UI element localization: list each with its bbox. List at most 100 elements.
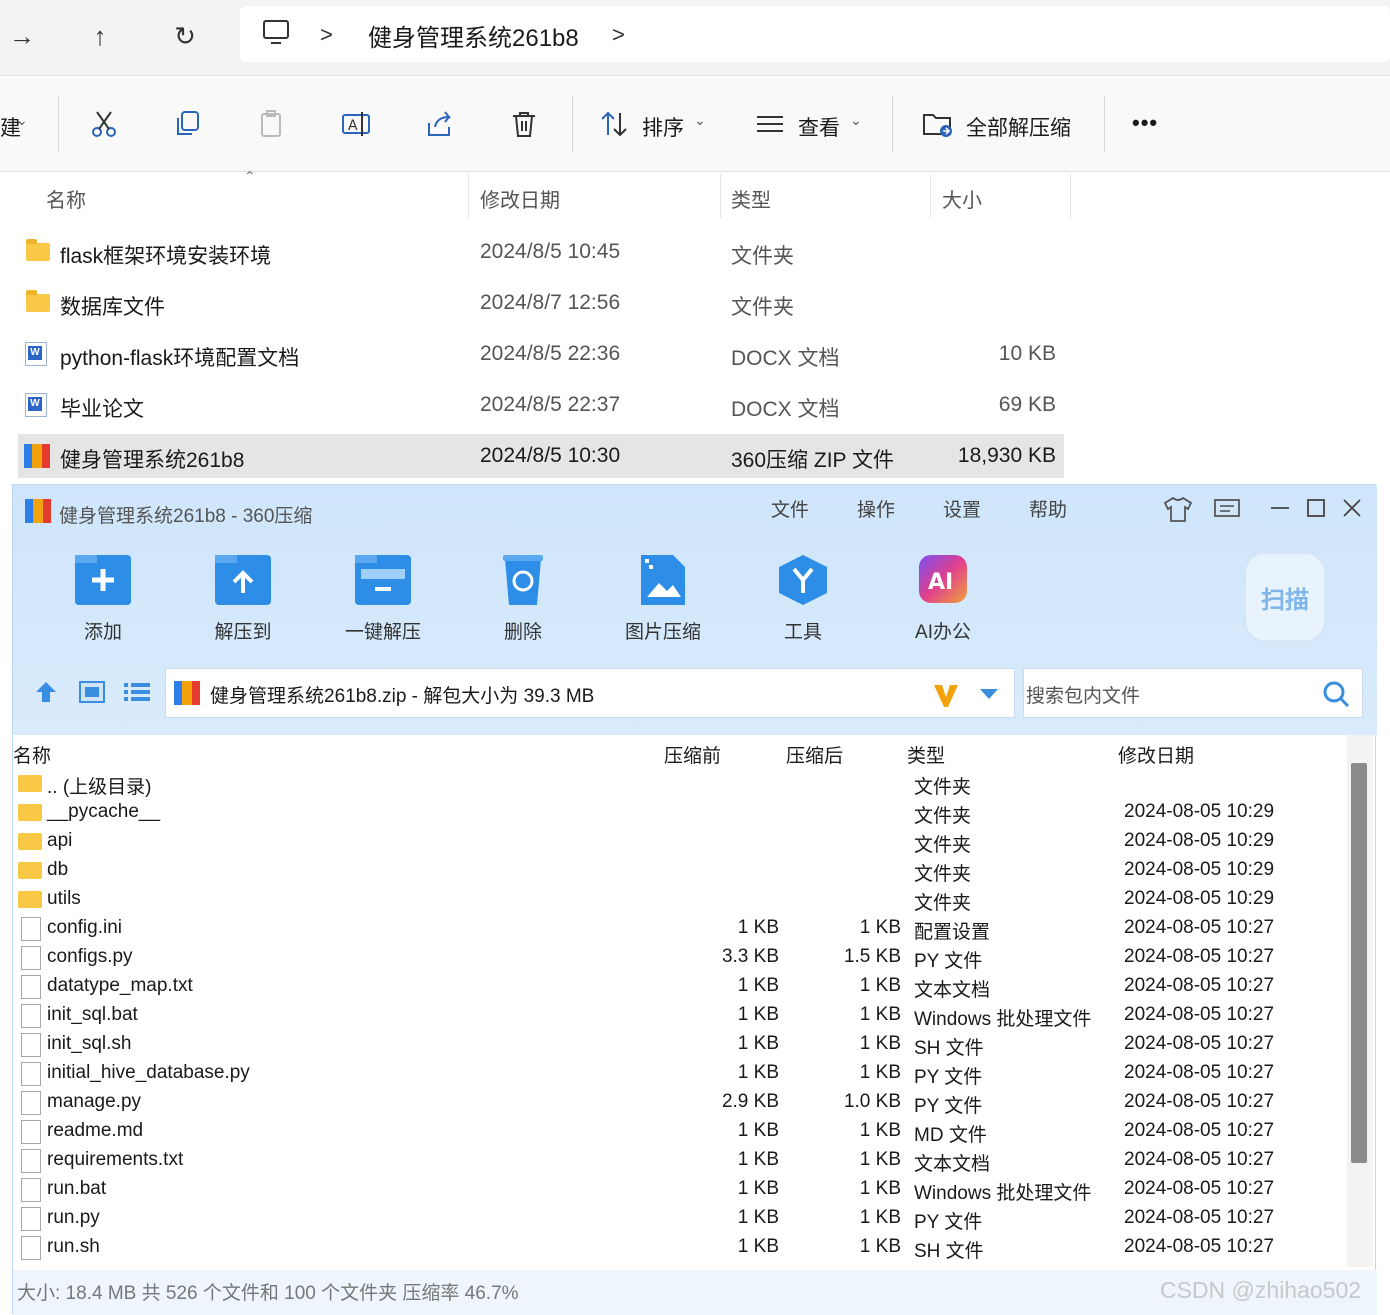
archive-row[interactable]: api 文件夹 2024-08-05 10:29 [13,828,1347,857]
search-icon[interactable] [1322,680,1350,713]
menu-operation[interactable]: 操作 [857,495,895,522]
file-row[interactable]: python-flask环境配置文档 2024/8/5 22:36 DOCX 文… [18,332,1064,376]
recycle-delete-icon[interactable] [495,555,551,605]
list-view-icon[interactable] [123,681,151,708]
breadcrumb-folder[interactable]: 健身管理系统261b8 [368,18,579,53]
file-row[interactable]: 毕业论文 2024/8/5 22:37 DOCX 文档 69 KB [18,383,1064,427]
archive-row[interactable]: initial_hive_database.py 1 KB 1 KB PY 文件 202… [13,1060,1347,1089]
extract-to-icon[interactable] [215,555,271,605]
archive-row[interactable]: init_sql.sh 1 KB 1 KB SH 文件 2024-08-05 10:27 [13,1031,1347,1060]
chevron-right-icon[interactable]: > [612,22,625,48]
up-level-icon[interactable] [33,679,59,710]
archive-column-before[interactable]: 压缩前 [664,741,721,768]
archive-column-type[interactable]: 类型 [907,741,945,768]
image-compress-button[interactable]: 图片压缩 [613,617,713,644]
computer-icon[interactable] [262,18,290,51]
archive-row[interactable]: requirements.txt 1 KB 1 KB 文本文档 2024-08-05 1… [13,1147,1347,1176]
menu-file[interactable]: 文件 [771,495,809,522]
file-date: 2024/8/7 12:56 [480,291,621,314]
archive-row[interactable]: init_sql.bat 1 KB 1 KB Windows 批处理文件 2024-08… [13,1002,1347,1031]
add-button[interactable]: 添加 [53,617,153,644]
chevron-down-icon[interactable]: ⌄ [850,112,862,129]
thumbnail-view-icon[interactable] [79,681,105,708]
dropdown-arrow-icon[interactable] [978,687,1000,706]
menu-settings[interactable]: 设置 [943,495,981,522]
column-header-date[interactable]: 修改日期 [480,184,560,213]
view-button[interactable]: 查看 [798,112,840,142]
delete-button[interactable]: 删除 [473,617,573,644]
ai-office-icon[interactable]: AI [915,555,971,605]
column-header-type[interactable]: 类型 [731,184,771,213]
extract-all-button[interactable]: 全部解压缩 [966,112,1071,142]
menu-help[interactable]: 帮助 [1029,495,1067,522]
view-icon[interactable] [746,100,794,148]
file-date: 2024/8/5 22:36 [480,342,621,365]
column-header-size[interactable]: 大小 [942,184,982,213]
up-icon[interactable]: ↑ [78,14,122,58]
archive-row-size-after: 1 KB [859,1120,901,1141]
archive-row-size-after: 1 KB [859,1207,901,1228]
archive-row[interactable]: config.ini 1 KB 1 KB 配置设置 2024-08-05 10:27 [13,915,1347,944]
archive-row[interactable]: configs.py 3.3 KB 1.5 KB PY 文件 2024-08-05 10… [13,944,1347,973]
archive-column-after[interactable]: 压缩后 [786,741,843,768]
image-compress-icon[interactable] [635,555,691,605]
archive-row[interactable]: run.bat 1 KB 1 KB Windows 批处理文件 2024-08-05 1… [13,1176,1347,1205]
close-icon[interactable] [1341,497,1363,524]
maximize-icon[interactable] [1305,497,1327,524]
delete-icon[interactable] [500,100,548,148]
column-header-name[interactable]: 名称 [46,184,86,213]
chevron-down-icon[interactable]: ⌄ [694,112,706,129]
share-icon[interactable] [416,100,464,148]
cut-icon[interactable] [80,100,128,148]
archive-column-date[interactable]: 修改日期 [1118,741,1194,768]
archive-row-type: 配置设置 [914,922,991,943]
archive-path-field[interactable]: 健身管理系统261b8.zip - 解包大小为 39.3 MB [165,668,1015,718]
forward-icon[interactable]: → [0,14,44,58]
one-click-extract-icon[interactable] [355,555,411,605]
archive-row-name: run.py [47,1207,100,1228]
more-options-icon[interactable]: ••• [1132,110,1158,136]
column-divider[interactable] [1070,174,1071,218]
ai-office-button[interactable]: AI办公 [893,617,993,644]
archive-row[interactable]: db 文件夹 2024-08-05 10:29 [13,857,1347,886]
tools-button[interactable]: 工具 [753,617,853,644]
archive-row-name: init_sql.sh [47,1033,132,1054]
extract-to-button[interactable]: 解压到 [193,617,293,644]
refresh-icon[interactable]: ↻ [163,14,207,58]
tools-icon[interactable] [775,555,831,605]
v-logo-icon[interactable] [932,681,960,714]
sort-button[interactable]: 排序 [642,112,684,142]
scan-button[interactable]: 扫描 [1243,551,1327,643]
one-click-extract-button[interactable]: 一键解压 [333,617,433,644]
archive-row[interactable]: manage.py 2.9 KB 1.0 KB PY 文件 2024-08-05 10:… [13,1089,1347,1118]
minimize-icon[interactable] [1269,497,1291,524]
column-divider[interactable] [468,174,469,218]
archive-row-size-before: 1 KB [737,975,779,996]
scrollbar-thumb[interactable] [1351,763,1367,1163]
skin-shirt-icon[interactable] [1163,495,1193,528]
archive-row[interactable]: readme.md 1 KB 1 KB MD 文件 2024-08-05 10:27 [13,1118,1347,1147]
archive-row[interactable]: utils 文件夹 2024-08-05 10:29 [13,886,1347,915]
archive-row[interactable]: .. (上级目录) 文件夹 [13,770,1347,799]
extract-all-icon[interactable] [914,100,962,148]
column-divider[interactable] [930,174,931,218]
column-divider[interactable] [720,174,721,218]
archive-column-name[interactable]: 名称 [13,741,51,768]
rename-icon[interactable]: A [332,100,380,148]
archive-row[interactable]: __pycache__ 文件夹 2024-08-05 10:29 [13,799,1347,828]
archive-search-input[interactable]: 搜索包内文件 [1023,668,1363,718]
sort-icon[interactable] [590,100,638,148]
copy-icon[interactable] [164,100,212,148]
archive-row[interactable]: run.sh 1 KB 1 KB SH 文件 2024-08-05 10:27 [13,1234,1347,1263]
file-row-selected[interactable]: 健身管理系统261b8 2024/8/5 10:30 360压缩 ZIP 文件 … [18,434,1064,478]
feedback-icon[interactable] [1213,497,1241,528]
archive-row[interactable]: run.py 1 KB 1 KB PY 文件 2024-08-05 10:27 [13,1205,1347,1234]
paste-icon[interactable] [248,100,296,148]
add-folder-icon[interactable] [75,555,131,605]
chevron-down-icon[interactable]: ⌄ [16,112,28,129]
archive-row[interactable]: datatype_map.txt 1 KB 1 KB 文本文档 2024-08-05 1… [13,973,1347,1002]
file-type: 360压缩 ZIP 文件 [731,449,894,472]
archive-row-date: 2024-08-05 10:27 [1124,1033,1275,1054]
file-row[interactable]: 数据库文件 2024/8/7 12:56 文件夹 [18,281,1064,325]
file-row[interactable]: flask框架环境安装环境 2024/8/5 10:45 文件夹 [18,230,1064,274]
